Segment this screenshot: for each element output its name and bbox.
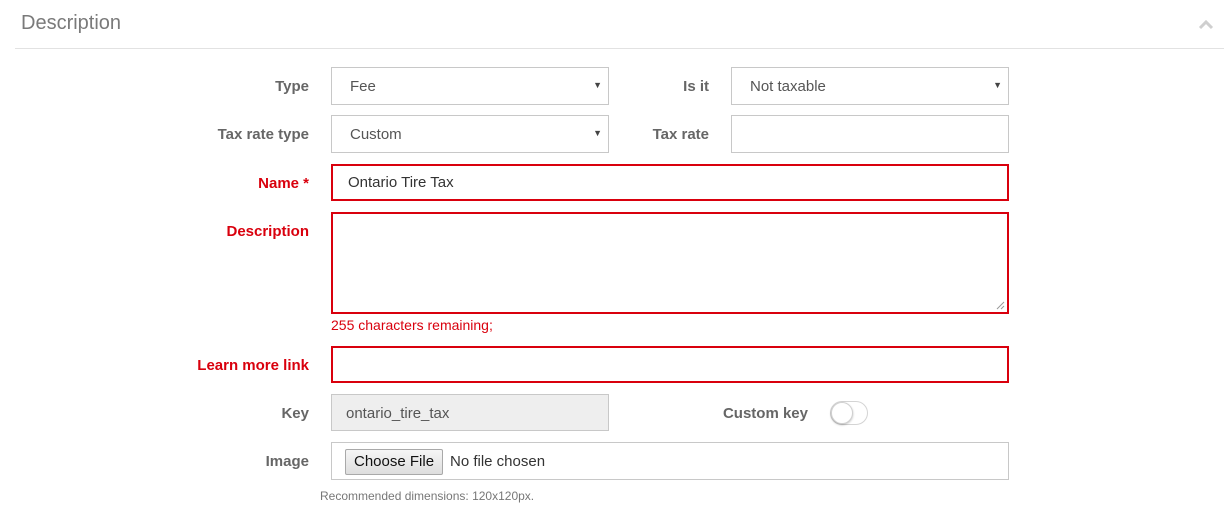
caret-down-icon: ▼ bbox=[993, 80, 1002, 90]
resize-grip-icon[interactable] bbox=[996, 301, 1005, 310]
type-select[interactable]: Fee ▼ bbox=[331, 67, 609, 105]
image-help-text: Recommended dimensions: 120x120px. bbox=[320, 489, 535, 503]
tax-rate-label: Tax rate bbox=[652, 126, 709, 143]
type-label: Type bbox=[275, 78, 309, 95]
is-it-label: Is it bbox=[683, 78, 709, 95]
panel-title: Description bbox=[21, 12, 122, 34]
name-value: Ontario Tire Tax bbox=[348, 174, 454, 191]
caret-down-icon: ▼ bbox=[593, 128, 602, 138]
learn-more-label: Learn more link bbox=[197, 357, 309, 374]
description-label: Description bbox=[226, 223, 309, 240]
learn-more-input[interactable] bbox=[331, 346, 1009, 383]
tax-rate-input[interactable] bbox=[731, 115, 1009, 153]
is-it-value: Not taxable bbox=[750, 78, 826, 95]
key-value: ontario_tire_tax bbox=[346, 405, 450, 422]
choose-file-button[interactable]: Choose File bbox=[345, 449, 444, 475]
panel-header: Description bbox=[15, 0, 1224, 49]
type-value: Fee bbox=[350, 78, 376, 95]
custom-key-toggle[interactable] bbox=[830, 401, 868, 425]
key-label: Key bbox=[281, 405, 309, 422]
image-file-input[interactable]: Choose File No file chosen bbox=[331, 442, 1009, 480]
description-char-count: 255 characters remaining; bbox=[331, 317, 493, 333]
caret-down-icon: ▼ bbox=[593, 80, 602, 90]
name-input[interactable]: Ontario Tire Tax bbox=[331, 164, 1009, 201]
tax-rate-type-select[interactable]: Custom ▼ bbox=[331, 115, 609, 153]
custom-key-label: Custom key bbox=[722, 405, 808, 422]
tax-rate-type-label: Tax rate type bbox=[217, 126, 309, 143]
toggle-knob bbox=[831, 402, 853, 424]
key-input[interactable]: ontario_tire_tax bbox=[331, 394, 609, 431]
file-status: No file chosen bbox=[450, 453, 546, 470]
tax-rate-type-value: Custom bbox=[350, 126, 402, 143]
description-textarea[interactable] bbox=[331, 212, 1009, 314]
name-label: Name * bbox=[258, 175, 309, 192]
chevron-up-icon[interactable] bbox=[1198, 18, 1214, 30]
image-label: Image bbox=[265, 453, 309, 470]
is-it-select[interactable]: Not taxable ▼ bbox=[731, 67, 1009, 105]
